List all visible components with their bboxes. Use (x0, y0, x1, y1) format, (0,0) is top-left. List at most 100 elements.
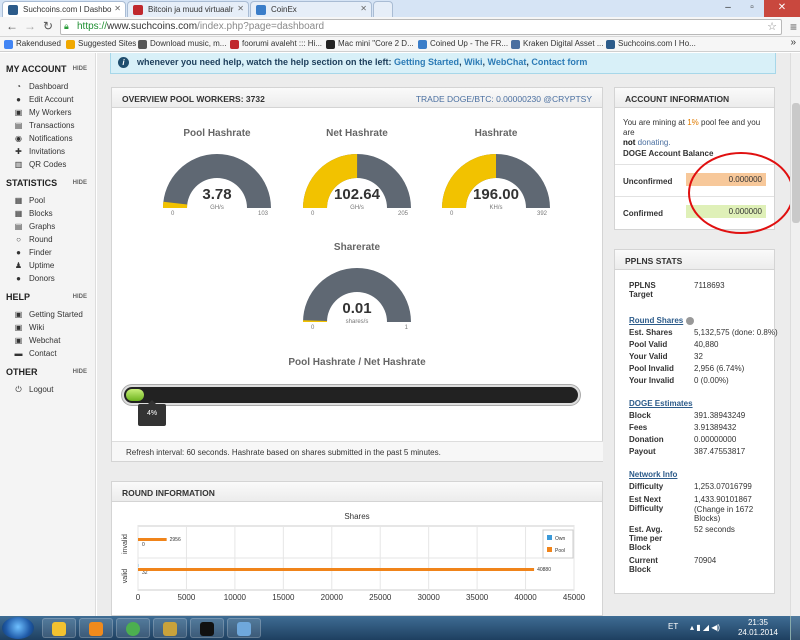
sidebar-item-contact[interactable]: ▬ Contact (14, 349, 57, 358)
notice-link-getting-started[interactable]: Getting Started (394, 57, 459, 67)
minimize-icon[interactable]: – (716, 0, 740, 17)
trade-rate[interactable]: TRADE DOGE/BTC: 0.00000230 @CRYPTSY (416, 94, 592, 104)
sidebar-item-finder[interactable]: ● Finder (14, 248, 52, 257)
gauge-arc (442, 154, 550, 208)
notice-link-webchat[interactable]: WebChat (488, 57, 527, 67)
start-button[interactable] (2, 617, 34, 639)
page-scrollbar[interactable] (790, 53, 800, 616)
sidebar-item-transactions[interactable]: ▤ Transactions (14, 121, 75, 130)
sidebar-item-getting-started[interactable]: ▣ Getting Started (14, 310, 83, 319)
sidebar-item-invitations[interactable]: ✚ Invitations (14, 147, 65, 156)
overview-title: OVERVIEW POOL WORKERS: 3732 (122, 94, 265, 104)
legend-label[interactable]: Pool (555, 548, 565, 554)
maximize-icon[interactable]: ▫ (740, 0, 764, 17)
sidebar-item-label: Transactions (29, 121, 75, 130)
back-icon[interactable]: ← (4, 19, 20, 35)
taskbar-app[interactable] (116, 618, 150, 638)
bookmarks-bar: Rakendused Suggested Sites Download musi… (0, 37, 800, 52)
reload-icon[interactable]: ↻ (40, 19, 56, 35)
legend-swatch (547, 547, 552, 552)
close-tab-icon[interactable]: ✕ (237, 4, 244, 13)
sidebar-item-blocks[interactable]: ▦ Blocks (14, 209, 53, 218)
avg-time-row: Est. Avg. Time per Block 52 seconds (629, 525, 769, 555)
suchcoins-icon (606, 40, 615, 49)
forum-icon (230, 40, 239, 49)
gauge-net-hashrate: Net Hashrate 102.64 GH/s 0 205 (302, 128, 412, 248)
close-tab-icon[interactable]: ✕ (360, 4, 367, 13)
network-info-title[interactable]: Network Info (629, 470, 677, 479)
taskbar-app[interactable] (190, 618, 224, 638)
forward-icon[interactable]: → (22, 19, 38, 35)
stat-label: PPLNS Target (629, 281, 656, 299)
qr-code-icon: ▥ (14, 160, 23, 169)
bookmark-item[interactable]: Download music, m... (138, 39, 226, 49)
bookmark-star-icon[interactable]: ☆ (767, 20, 777, 34)
language-indicator[interactable]: ET (668, 622, 678, 631)
bookmark-item[interactable]: Rakendused (4, 39, 61, 49)
taskbar-app[interactable] (79, 618, 113, 638)
round-share-row: Pool Invalid 2,956 (6.74%) (629, 364, 769, 374)
sidebar-item-uptime[interactable]: ♟ Uptime (14, 261, 54, 270)
sidebar-item-qr-codes[interactable]: ▥ QR Codes (14, 160, 67, 169)
sidebar-item-label: QR Codes (29, 160, 67, 169)
sidebar-item-notifications[interactable]: ◉ Notifications (14, 134, 73, 143)
sidebar-item-edit-account[interactable]: ● Edit Account (14, 95, 73, 104)
sidebar-hide-toggle[interactable]: HIDE (73, 66, 87, 72)
tab-strip: Suchcoins.com I Dashbo ✕ Bitcoin ja muud… (0, 0, 800, 17)
bookmark-item[interactable]: foorumi avaleht ::: Hi... (230, 39, 322, 49)
close-window-icon[interactable]: ✕ (764, 0, 800, 17)
sidebar-item-graphs[interactable]: ▤ Graphs (14, 222, 56, 231)
tray-icons[interactable]: ▴ ▮ ◢ ◀) (690, 623, 720, 632)
sidebar-item-pool[interactable]: ▦ Pool (14, 196, 45, 205)
sidebar-item-wiki[interactable]: ▣ Wiki (14, 323, 44, 332)
dogecoin-icon (163, 622, 177, 636)
sidebar-item-webchat[interactable]: ▣ Webchat (14, 336, 61, 345)
blocks-icon: ▦ (14, 209, 23, 218)
bookmark-item[interactable]: Mac mini "Core 2 D... (326, 39, 414, 49)
doge-estimates-title[interactable]: DOGE Estimates (629, 399, 693, 408)
round-shares-title[interactable]: Round Shares (629, 316, 695, 325)
tab-coinex[interactable]: CoinEx ✕ (250, 1, 372, 17)
bookmarks-more-icon[interactable]: » (778, 37, 796, 48)
legend-label[interactable]: Own (555, 536, 566, 542)
sidebar-item-my-workers[interactable]: ▣ My Workers (14, 108, 72, 117)
notifications-icon: ◉ (15, 134, 22, 143)
bookmark-item[interactable]: Kraken Digital Asset ... (511, 39, 603, 49)
taskbar-app[interactable] (227, 618, 261, 638)
notice-link-wiki[interactable]: Wiki (464, 57, 482, 67)
data-label: 0 (142, 542, 145, 548)
chrome-menu-icon[interactable]: ≡ (790, 20, 797, 34)
lock-icon: 🔒︎ (64, 21, 69, 31)
new-tab-button[interactable] (373, 1, 393, 17)
help-notice: i whenever you need help, watch the help… (110, 53, 776, 74)
taskbar-app[interactable] (153, 618, 187, 638)
bookmark-item[interactable]: Suggested Sites (66, 39, 136, 49)
taskbar-app[interactable] (42, 618, 76, 638)
finder-icon: ● (16, 248, 21, 257)
scrollbar-thumb[interactable] (792, 103, 800, 223)
help-icon[interactable] (686, 316, 695, 325)
tab-suchcoins[interactable]: Suchcoins.com I Dashbo ✕ (2, 1, 126, 17)
sidebar-hide-toggle[interactable]: HIDE (73, 294, 87, 300)
close-tab-icon[interactable]: ✕ (114, 4, 121, 13)
show-desktop-button[interactable] (790, 616, 800, 640)
tab-bitcoin[interactable]: Bitcoin ja muud virtuaalr ✕ (127, 1, 249, 17)
x-tick-label: 15000 (272, 593, 295, 602)
notice-link-contact-form[interactable]: Contact form (531, 57, 587, 67)
x-tick-label: 0 (136, 593, 141, 602)
address-bar[interactable]: 🔒︎ https://www.suchcoins.com/index.php?p… (60, 19, 782, 35)
sidebar-item-dashboard[interactable]: ◔ Dashboard (14, 82, 68, 91)
clock[interactable]: 21:35 24.01.2014 (738, 618, 778, 638)
bookmark-item[interactable]: Coined Up - The FR... (418, 39, 508, 49)
sidebar-hide-toggle[interactable]: HIDE (73, 180, 87, 186)
stat-label: Pool Invalid (629, 364, 674, 373)
sidebar-item-donors[interactable]: ● Donors (14, 274, 55, 283)
sidebar-item-round[interactable]: ○ Round (14, 235, 53, 244)
stat-value: 70904 (694, 556, 717, 565)
stat-label: Est. Avg. Time per Block (629, 525, 663, 552)
sidebar-hide-toggle[interactable]: HIDE (73, 369, 87, 375)
sidebar-item-logout[interactable]: ⏻ Logout (14, 385, 53, 394)
stat-value: 32 (694, 352, 703, 361)
bookmark-item[interactable]: Suchcoins.com I Ho... (606, 39, 696, 49)
clock-date: 24.01.2014 (737, 628, 778, 637)
